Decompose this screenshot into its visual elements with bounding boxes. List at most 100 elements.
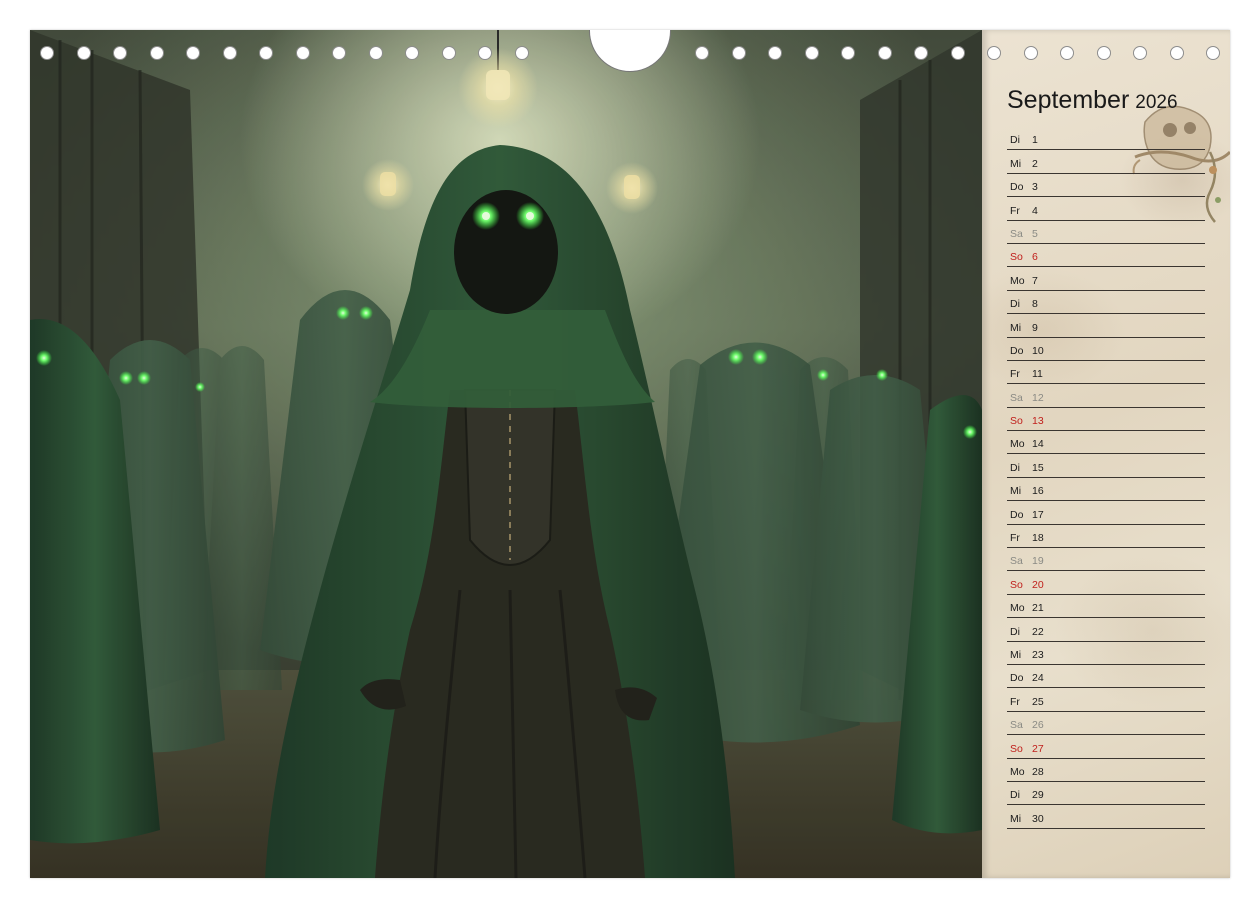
day-number: 21 xyxy=(1032,602,1044,615)
binding-hole-icon xyxy=(987,46,1001,60)
month-name: September xyxy=(1007,86,1130,114)
day-row: Di 15 xyxy=(1007,454,1205,478)
binding-hole-icon xyxy=(950,46,965,60)
day-row: Mi 9 xyxy=(1007,314,1205,338)
day-row: Fr 25 xyxy=(1007,688,1205,712)
binding-hole-icon xyxy=(1206,46,1220,60)
weekday-label: Fr xyxy=(1010,532,1020,545)
weekday-label: Fr xyxy=(1010,368,1020,381)
binding-hole-icon xyxy=(186,46,200,60)
weekday-label: Di xyxy=(1010,298,1020,311)
weekday-label: Fr xyxy=(1010,204,1020,217)
day-row: Sa 19 xyxy=(1007,548,1205,572)
day-number: 27 xyxy=(1032,742,1044,755)
day-number: 8 xyxy=(1032,298,1038,311)
day-list: Di 1 Mi 2 Do 3 Fr 4 Sa 5 So 6 Mo 7 Di 8 Mi 9 Do 10 Fr 11 Sa 12 S… xyxy=(1007,127,1205,829)
month-title: September 2026 xyxy=(1007,86,1178,115)
binding-hole-icon xyxy=(514,46,529,60)
weekday-label: So xyxy=(1010,251,1023,264)
weekday-label: Sa xyxy=(1010,227,1023,240)
day-number: 18 xyxy=(1032,532,1044,545)
weekday-label: Sa xyxy=(1010,555,1023,568)
day-row: Do 10 xyxy=(1007,338,1205,361)
day-row: Sa 12 xyxy=(1007,384,1205,408)
day-number: 11 xyxy=(1032,368,1043,381)
binding-hole-icon xyxy=(76,46,91,60)
binding-hole-icon xyxy=(368,46,383,60)
weekday-label: Mi xyxy=(1010,157,1022,170)
binding-hole-icon xyxy=(113,46,127,60)
binding-hole-icon xyxy=(1096,46,1111,60)
weekday-label: Mo xyxy=(1010,438,1025,451)
calendar-photo xyxy=(30,30,982,878)
binding-hole-icon xyxy=(478,46,492,60)
year-label: 2026 xyxy=(1135,92,1178,113)
weekday-label: Mi xyxy=(1010,648,1022,661)
binding-hole-icon xyxy=(1060,46,1074,60)
day-row: Di 8 xyxy=(1007,291,1205,315)
binding-hole-icon xyxy=(804,46,819,60)
weekday-label: Do xyxy=(1010,672,1024,685)
day-number: 9 xyxy=(1032,321,1038,334)
weekday-label: Mi xyxy=(1010,485,1022,498)
day-row: So 27 xyxy=(1007,735,1205,759)
binding-hole-icon xyxy=(405,46,419,60)
binding-hole-icon xyxy=(877,46,892,60)
day-number: 10 xyxy=(1032,344,1044,357)
day-row: Sa 5 xyxy=(1007,221,1205,244)
weekday-label: Mo xyxy=(1010,274,1025,287)
day-row: So 6 xyxy=(1007,244,1205,268)
day-row: So 20 xyxy=(1007,571,1205,595)
day-row: Mo 28 xyxy=(1007,759,1205,782)
day-row: Mo 14 xyxy=(1007,431,1205,455)
weekday-label: So xyxy=(1010,578,1023,591)
day-number: 28 xyxy=(1032,765,1044,778)
weekday-label: Do xyxy=(1010,344,1024,357)
binding-hole-icon xyxy=(40,46,54,60)
weekday-label: Do xyxy=(1010,181,1024,194)
day-number: 6 xyxy=(1032,251,1038,264)
day-row: So 13 xyxy=(1007,408,1205,432)
hooded-figures-illustration xyxy=(30,30,982,878)
spiral-binding xyxy=(30,30,1230,80)
day-number: 7 xyxy=(1032,274,1038,287)
calendar-page: September 2026 Di 1 Mi 2 Do 3 Fr 4 Sa 5 So 6 Mo 7 Di 8 M… xyxy=(30,30,1230,878)
weekday-label: Mo xyxy=(1010,765,1025,778)
day-number: 13 xyxy=(1032,415,1044,428)
day-row: Mo 7 xyxy=(1007,267,1205,291)
weekday-label: So xyxy=(1010,742,1023,755)
weekday-label: Di xyxy=(1010,134,1020,147)
day-row: Mo 21 xyxy=(1007,595,1205,619)
day-row: Mi 30 xyxy=(1007,805,1205,829)
weekday-label: Mo xyxy=(1010,602,1025,615)
day-row: Do 24 xyxy=(1007,665,1205,689)
weekday-label: Do xyxy=(1010,508,1024,521)
day-number: 22 xyxy=(1032,625,1044,638)
day-number: 2 xyxy=(1032,157,1038,170)
day-number: 29 xyxy=(1032,789,1044,802)
day-number: 12 xyxy=(1032,391,1044,404)
calendar-sidebar: September 2026 Di 1 Mi 2 Do 3 Fr 4 Sa 5 So 6 Mo 7 Di 8 M… xyxy=(982,30,1230,878)
binding-hole-icon xyxy=(841,46,855,60)
day-number: 19 xyxy=(1032,555,1044,568)
weekday-label: Di xyxy=(1010,461,1020,474)
weekday-label: Fr xyxy=(1010,695,1020,708)
weekday-label: Mi xyxy=(1010,812,1022,825)
day-number: 23 xyxy=(1032,648,1044,661)
day-number: 17 xyxy=(1032,508,1044,521)
day-row: Fr 4 xyxy=(1007,197,1205,221)
day-number: 24 xyxy=(1032,672,1044,685)
day-row: Fr 11 xyxy=(1007,361,1205,385)
day-row: Sa 26 xyxy=(1007,712,1205,736)
weekday-label: Sa xyxy=(1010,719,1023,732)
day-row: Mi 23 xyxy=(1007,642,1205,665)
binding-hole-icon xyxy=(295,46,310,60)
day-row: Do 17 xyxy=(1007,501,1205,525)
binding-hole-icon xyxy=(731,46,746,60)
day-number: 14 xyxy=(1032,438,1044,451)
binding-hole-icon xyxy=(441,46,456,60)
weekday-label: Sa xyxy=(1010,391,1023,404)
day-row: Mi 16 xyxy=(1007,478,1205,502)
day-number: 20 xyxy=(1032,578,1044,591)
binding-hole-icon xyxy=(695,46,709,60)
